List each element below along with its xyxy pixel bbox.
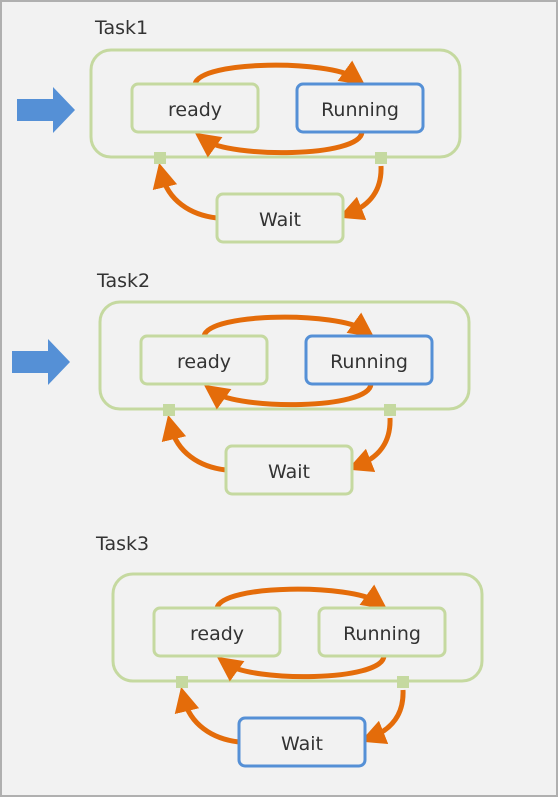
task-group: Task3 ready Running Wait — [95, 533, 484, 768]
connector-port — [176, 676, 188, 688]
task-state-diagram: Task1 ready Running Wait Task2 ready Running Wa… — [12, 17, 484, 768]
connector-port — [397, 676, 409, 688]
state-ready-label: ready — [190, 623, 244, 645]
transition-ready-to-running — [214, 584, 388, 610]
transition-running-to-ready — [216, 655, 387, 682]
transition-running-to-wait — [360, 689, 406, 744]
state-running-label: Running — [343, 623, 421, 645]
state-running-label: Running — [330, 351, 408, 373]
connector-port — [163, 404, 175, 416]
state-wait-label: Wait — [259, 209, 301, 231]
state-wait-label: Wait — [268, 461, 310, 483]
task-group: Task2 ready Running Wait — [12, 270, 471, 496]
task-title: Task1 — [94, 17, 148, 39]
current-task-arrow-icon — [17, 87, 75, 133]
connector-port — [154, 152, 166, 164]
transition-wait-to-ready — [161, 414, 227, 473]
transition-wait-to-ready — [152, 162, 218, 221]
transition-wait-to-ready — [174, 686, 240, 745]
state-wait-label: Wait — [281, 733, 323, 755]
transition-running-to-wait — [338, 165, 384, 220]
state-running-label: Running — [321, 99, 399, 121]
transition-ready-to-running — [192, 60, 366, 86]
transition-running-to-ready — [203, 383, 374, 410]
state-ready-label: ready — [177, 351, 231, 373]
connector-port — [375, 152, 387, 164]
transition-ready-to-running — [201, 312, 375, 338]
connector-port — [384, 404, 396, 416]
task-group: Task1 ready Running Wait — [17, 17, 462, 244]
current-task-arrow-icon — [12, 339, 70, 385]
task-title: Task3 — [95, 533, 149, 555]
task-title: Task2 — [96, 270, 150, 292]
transition-running-to-ready — [194, 131, 365, 158]
transition-running-to-wait — [347, 417, 393, 472]
state-ready-label: ready — [168, 99, 222, 121]
